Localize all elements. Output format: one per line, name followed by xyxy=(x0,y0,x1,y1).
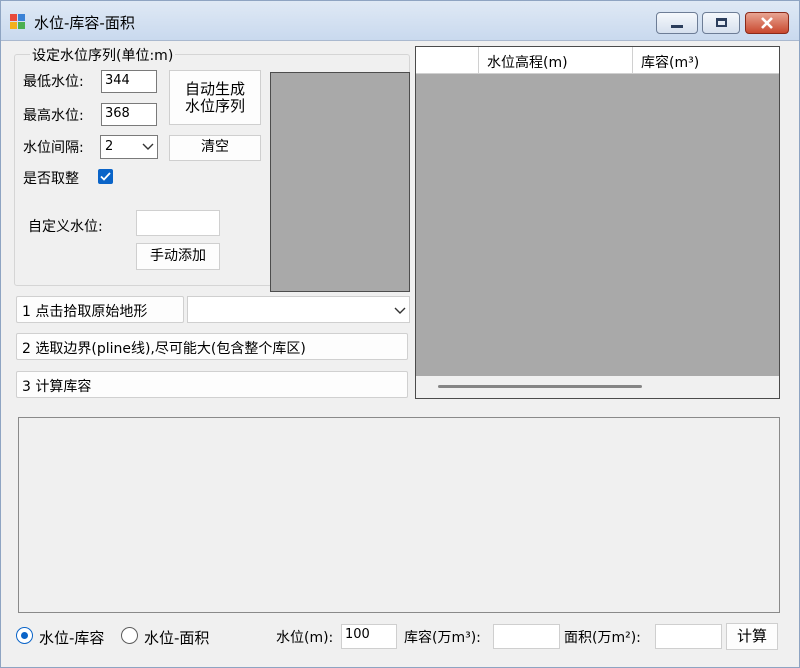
grid-col-capacity[interactable]: 库容(m³) xyxy=(633,47,779,74)
water-level-settings-group: 设定水位序列(单位:m) 最低水位: 344 最高水位: 368 水位间隔: 2… xyxy=(14,45,410,292)
pick-terrain-button[interactable]: 1 点击拾取原始地形 xyxy=(16,296,184,323)
preview-panel xyxy=(270,72,410,292)
main-window: 水位-库容-面积 设定水位序列(单位:m) 最低水位: 344 最高水位: 36… xyxy=(0,0,800,668)
interval-select[interactable]: 2 xyxy=(100,135,158,159)
close-button[interactable] xyxy=(745,12,789,34)
area-input[interactable] xyxy=(655,624,722,649)
custom-level-label: 自定义水位: xyxy=(28,219,103,235)
clear-button[interactable]: 清空 xyxy=(169,135,261,161)
capacity-input[interactable] xyxy=(493,624,560,649)
chevron-down-icon xyxy=(142,143,154,150)
scrollbar-thumb[interactable] xyxy=(438,385,642,388)
max-level-input[interactable]: 368 xyxy=(101,103,157,126)
radio-level-capacity-label[interactable]: 水位-库容 xyxy=(39,627,104,648)
output-textarea[interactable] xyxy=(18,417,780,613)
manual-add-label: 手动添加 xyxy=(150,247,206,264)
radio-level-capacity[interactable] xyxy=(16,627,33,644)
max-level-label: 最高水位: xyxy=(23,108,84,124)
interval-value: 2 xyxy=(105,139,114,154)
radio-level-area[interactable] xyxy=(121,627,138,644)
min-level-input[interactable]: 344 xyxy=(101,70,157,93)
custom-level-input[interactable] xyxy=(136,210,220,236)
select-boundary-button[interactable]: 2 选取边界(pline线),尽可能大(包含整个库区) xyxy=(16,333,408,360)
level-input[interactable]: 100 xyxy=(341,624,397,649)
minimize-button[interactable] xyxy=(656,12,698,34)
app-icon xyxy=(10,14,26,30)
auto-generate-label: 自动生成 水位序列 xyxy=(184,80,245,115)
settings-group-title: 设定水位序列(单位:m) xyxy=(30,45,176,65)
title-bar[interactable]: 水位-库容-面积 xyxy=(1,1,799,41)
maximize-icon xyxy=(716,18,727,27)
window-title: 水位-库容-面积 xyxy=(34,14,135,32)
grid-header: 水位高程(m) 库容(m³) xyxy=(416,47,779,74)
calculate-capacity-button[interactable]: 3 计算库容 xyxy=(16,371,408,398)
maximize-button[interactable] xyxy=(702,12,740,34)
chevron-down-icon xyxy=(394,307,406,314)
radio-level-area-label[interactable]: 水位-面积 xyxy=(144,627,209,648)
manual-add-button[interactable]: 手动添加 xyxy=(136,243,220,270)
minimize-icon xyxy=(671,25,683,28)
round-label: 是否取整 xyxy=(23,171,79,187)
check-icon xyxy=(100,172,111,181)
round-checkbox[interactable] xyxy=(98,169,113,184)
capacity-label: 库容(万m³): xyxy=(404,630,481,646)
grid-row-header-cell xyxy=(416,47,479,74)
auto-generate-button[interactable]: 自动生成 水位序列 xyxy=(169,70,261,125)
calculate-button[interactable]: 计算 xyxy=(726,623,778,650)
level-label: 水位(m): xyxy=(276,630,334,646)
clear-label: 清空 xyxy=(201,139,229,156)
interval-label: 水位间隔: xyxy=(23,140,84,156)
results-grid[interactable]: 水位高程(m) 库容(m³) xyxy=(415,46,780,399)
calculate-label: 计算 xyxy=(736,627,767,646)
min-level-label: 最低水位: xyxy=(23,74,84,90)
area-label: 面积(万m²): xyxy=(564,630,641,646)
grid-horizontal-scrollbar[interactable] xyxy=(416,376,779,398)
terrain-select[interactable] xyxy=(187,296,410,323)
client-area: 设定水位序列(单位:m) 最低水位: 344 最高水位: 368 水位间隔: 2… xyxy=(8,42,794,662)
grid-col-elevation[interactable]: 水位高程(m) xyxy=(479,47,633,74)
close-icon xyxy=(761,17,773,29)
